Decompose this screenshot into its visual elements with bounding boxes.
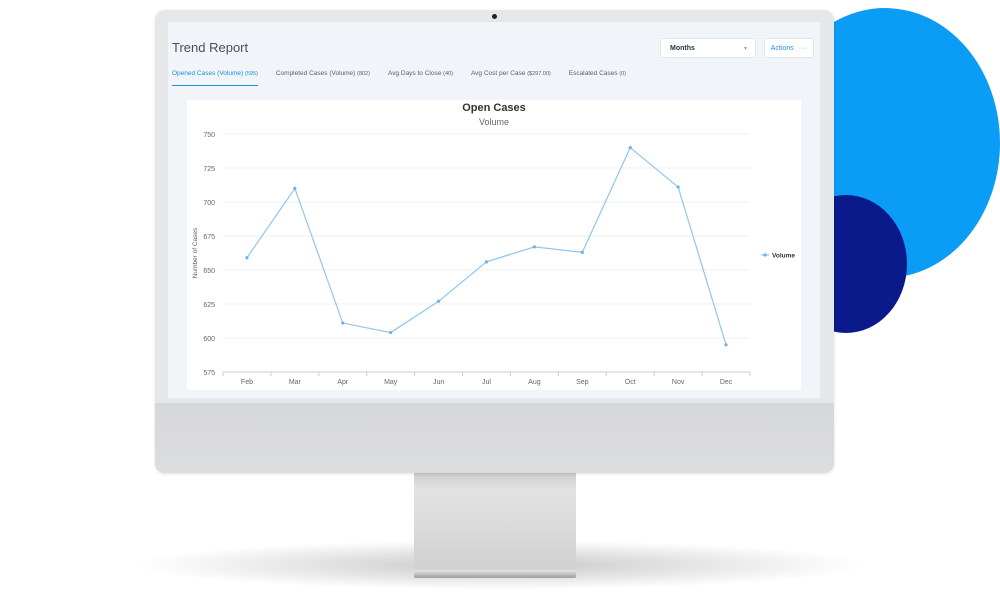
x-tick-label: Jun: [433, 379, 444, 386]
tab-completed-cases[interactable]: Completed Cases (Volume) (802): [276, 70, 370, 86]
data-point: [484, 260, 489, 264]
report-tabs: Opened Cases (Volume) (595) Completed Ca…: [172, 70, 644, 86]
data-point: [341, 321, 345, 325]
tab-count: (595): [245, 71, 258, 77]
tab-label: Avg Cost per Case: [470, 70, 526, 77]
y-tick-label: 675: [203, 234, 215, 241]
x-tick-label: Feb: [241, 379, 253, 386]
x-tick-label: Jul: [482, 379, 491, 386]
tab-count: (802): [357, 71, 370, 77]
series-line: [246, 146, 727, 345]
tab-avg-days-to-close[interactable]: Avg Days to Close (40): [388, 70, 453, 86]
x-tick-label: Oct: [625, 379, 636, 386]
data-point: [580, 250, 584, 254]
period-select-value: Months: [670, 44, 695, 52]
chart-card: Open Cases Volume 575 600 625 650 675 700 725 7…: [187, 100, 801, 390]
tab-label: Opened Cases (Volume): [172, 70, 244, 77]
x-tick-label: Apr: [337, 379, 349, 386]
monitor: Trend Report Months ▾ Actions ··· Opened…: [155, 10, 834, 473]
legend-label: Volume: [772, 253, 795, 260]
data-point: [293, 186, 297, 190]
tab-escalated-cases[interactable]: Escalated Cases (0): [569, 70, 626, 86]
y-tick-label: 700: [203, 200, 215, 207]
camera-dot: [492, 14, 497, 19]
tab-count: (40): [443, 71, 453, 77]
tab-label: Completed Cases (Volume): [275, 70, 356, 77]
data-point: [676, 185, 680, 189]
page-title: Trend Report: [172, 40, 249, 55]
y-tick-label: 575: [203, 370, 215, 377]
data-point: [532, 245, 537, 249]
x-tick-label: Aug: [528, 379, 541, 386]
actions-button-label: Actions: [770, 44, 794, 52]
monitor-stand-foot: [414, 570, 576, 578]
x-tick-label: Nov: [672, 379, 685, 386]
y-tick-label: 750: [203, 132, 215, 139]
legend-marker: [763, 253, 767, 257]
data-point: [389, 330, 393, 335]
tab-opened-cases[interactable]: Opened Cases (Volume) (595): [172, 70, 258, 86]
tab-count: (0): [619, 71, 627, 77]
x-tick-label: Sep: [576, 379, 589, 386]
tab-label: Escalated Cases: [568, 70, 618, 77]
y-tick-label: 600: [203, 336, 215, 343]
period-select[interactable]: Months ▾: [660, 38, 756, 58]
y-tick-label: 650: [203, 268, 215, 275]
actions-button[interactable]: Actions ···: [764, 38, 814, 58]
x-tick-label: Mar: [289, 379, 302, 386]
data-point: [436, 299, 441, 303]
tab-count: ($297.00): [527, 71, 551, 77]
tab-label: Avg Days to Close: [387, 70, 442, 77]
x-tick-label: Dec: [720, 379, 733, 386]
data-point: [724, 343, 728, 347]
tab-avg-cost-per-case[interactable]: Avg Cost per Case ($297.00): [471, 70, 551, 86]
monitor-chin: [155, 403, 834, 473]
x-tick-label: May: [384, 379, 398, 386]
chevron-down-icon: ▾: [743, 45, 747, 52]
monitor-stand: [414, 470, 576, 578]
y-axis-label: Number of Cases: [192, 227, 199, 278]
y-tick-label: 625: [203, 302, 215, 309]
data-point: [245, 256, 249, 260]
trend-report-screen: Trend Report Months ▾ Actions ··· Opened…: [168, 22, 820, 398]
line-chart: 575 600 625 650 675 700 725 750 Feb Mar Apr May Jun J…: [192, 132, 795, 386]
y-tick-label: 725: [203, 166, 215, 173]
more-horizontal-icon: ···: [798, 44, 808, 52]
data-point: [628, 146, 632, 150]
